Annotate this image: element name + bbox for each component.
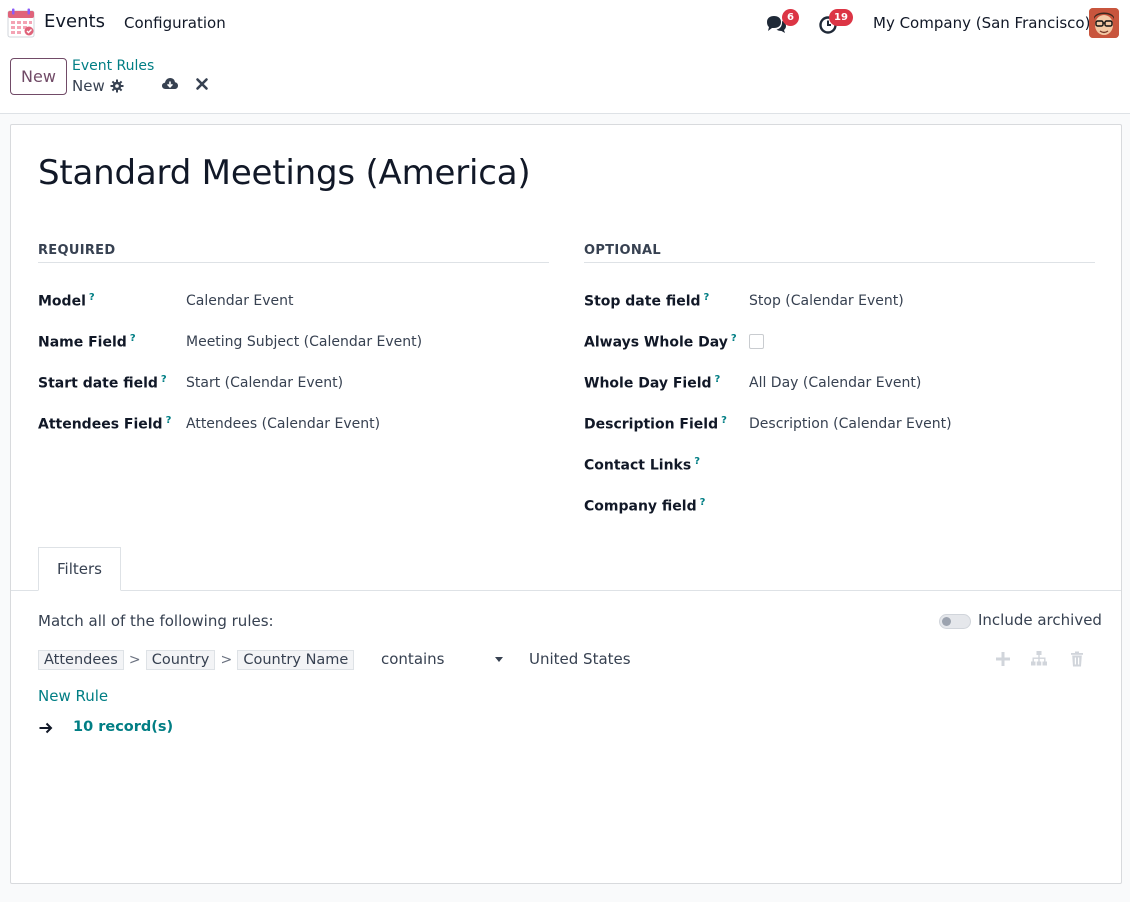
app-name[interactable]: Events — [44, 11, 105, 32]
tab-filters[interactable]: Filters — [38, 547, 121, 591]
whole-day-field-value[interactable]: All Day (Calendar Event) — [749, 375, 921, 391]
contact-links-label: Contact Links? — [584, 456, 701, 474]
user-avatar[interactable] — [1089, 8, 1119, 38]
match-rules-text: Match all of the following rules: — [38, 612, 274, 630]
form-sheet: Standard Meetings (America) REQUIRED Mod… — [10, 124, 1122, 884]
matching-records-link[interactable]: 10 record(s) — [73, 719, 173, 735]
control-panel: New Event Rules New — [0, 46, 1130, 114]
breadcrumb-current: New — [72, 77, 124, 95]
name-field-label: Name Field? — [38, 333, 136, 351]
chat-count-badge: 6 — [782, 9, 799, 26]
activity-systray[interactable]: 19 — [816, 9, 856, 37]
required-group-title: REQUIRED — [38, 243, 549, 263]
whole-day-field-label: Whole Day Field? — [584, 374, 721, 392]
help-tooltip-icon[interactable]: ? — [700, 497, 706, 508]
breadcrumb-event-rules[interactable]: Event Rules — [72, 58, 154, 74]
add-branch-sitemap-icon[interactable] — [1030, 650, 1048, 668]
help-tooltip-icon[interactable]: ? — [715, 374, 721, 385]
help-tooltip-icon[interactable]: ? — [721, 415, 727, 426]
delete-rule-trash-icon[interactable] — [1068, 650, 1086, 668]
add-rule-plus-icon[interactable] — [994, 650, 1012, 668]
include-archived-toggle[interactable] — [939, 614, 971, 629]
stop-date-field-label: Stop date field? — [584, 292, 710, 310]
company-switcher[interactable]: My Company (San Francisco) — [873, 14, 1090, 32]
path-segment-country[interactable]: Country — [145, 650, 216, 670]
calendar-app-icon[interactable] — [7, 8, 35, 38]
company-field-value[interactable] — [749, 498, 1049, 518]
rule-value-input[interactable]: United States — [529, 650, 631, 668]
path-segment-attendees[interactable]: Attendees — [38, 650, 124, 670]
arrow-right-icon — [38, 720, 54, 736]
always-whole-day-checkbox[interactable] — [749, 334, 764, 349]
messaging-systray[interactable]: 6 — [765, 9, 801, 37]
contact-links-value[interactable] — [749, 457, 1049, 477]
help-tooltip-icon[interactable]: ? — [161, 374, 167, 385]
top-navbar: Events Configuration 6 19 My Company (Sa… — [0, 0, 1130, 46]
menu-configuration[interactable]: Configuration — [124, 14, 226, 32]
path-separator: > — [128, 652, 141, 668]
toggle-knob — [942, 617, 951, 626]
discard-close-icon[interactable] — [195, 77, 209, 91]
gear-icon[interactable] — [110, 79, 124, 93]
include-archived-label[interactable]: Include archived — [978, 611, 1102, 629]
stop-date-field-value[interactable]: Stop (Calendar Event) — [749, 293, 904, 309]
always-whole-day-label: Always Whole Day? — [584, 333, 737, 351]
help-tooltip-icon[interactable]: ? — [130, 333, 136, 344]
description-field-value[interactable]: Description (Calendar Event) — [749, 416, 952, 432]
save-cloud-icon[interactable] — [161, 75, 179, 93]
rule-operator-select[interactable]: contains — [381, 650, 503, 668]
new-button[interactable]: New — [10, 58, 67, 95]
attendees-field-value[interactable]: Attendees (Calendar Event) — [186, 416, 380, 432]
model-label: Model? — [38, 292, 95, 310]
activity-count-badge: 19 — [829, 9, 853, 26]
optional-group-title: OPTIONAL — [584, 243, 1095, 263]
start-date-field-label: Start date field? — [38, 374, 167, 392]
help-tooltip-icon[interactable]: ? — [694, 456, 700, 467]
tabs-divider — [11, 590, 1121, 591]
description-field-label: Description Field? — [584, 415, 727, 433]
attendees-field-label: Attendees Field? — [38, 415, 172, 433]
help-tooltip-icon[interactable]: ? — [89, 292, 95, 303]
record-title[interactable]: Standard Meetings (America) — [38, 153, 531, 193]
new-rule-link[interactable]: New Rule — [38, 687, 108, 705]
breadcrumb-current-label: New — [72, 77, 105, 95]
company-field-label: Company field? — [584, 497, 706, 515]
chevron-down-icon[interactable] — [495, 657, 503, 662]
name-field-value[interactable]: Meeting Subject (Calendar Event) — [186, 334, 422, 350]
help-tooltip-icon[interactable]: ? — [166, 415, 172, 426]
help-tooltip-icon[interactable]: ? — [704, 292, 710, 303]
path-segment-country-name[interactable]: Country Name — [237, 650, 355, 670]
rule-path[interactable]: Attendees > Country > Country Name — [38, 649, 355, 671]
start-date-field-value[interactable]: Start (Calendar Event) — [186, 375, 343, 391]
path-separator: > — [220, 652, 233, 668]
model-value[interactable]: Calendar Event — [186, 293, 294, 309]
help-tooltip-icon[interactable]: ? — [731, 333, 737, 344]
